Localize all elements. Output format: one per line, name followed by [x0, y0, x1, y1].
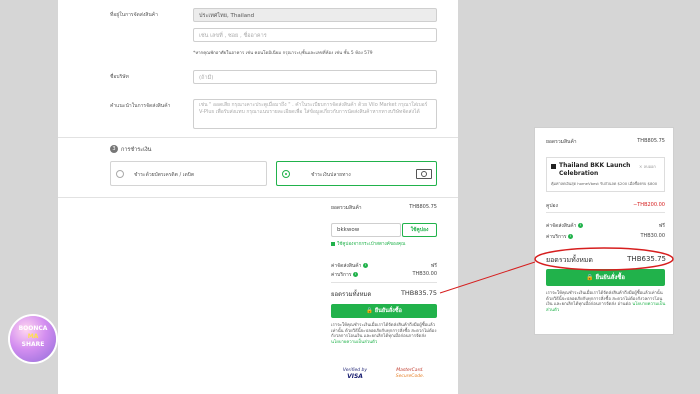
highlight-connector-line	[439, 261, 536, 294]
total-highlight-ellipse	[534, 247, 674, 271]
boonca-ma-share-logo: BOONCA MA SHARE	[10, 316, 56, 362]
highlight-annotation	[439, 247, 674, 294]
